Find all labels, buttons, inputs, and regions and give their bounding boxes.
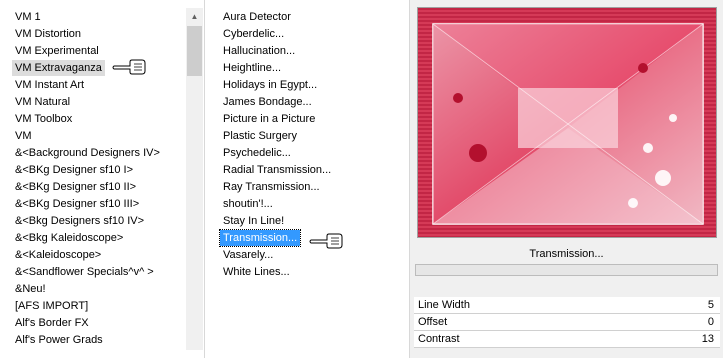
category-item[interactable]: Alf's Border FX xyxy=(12,315,92,331)
filter-effect-panel: Aura Detector Cyberdelic... Hallucination.… xyxy=(205,0,410,358)
effect-item[interactable]: White Lines... xyxy=(220,264,293,280)
category-item[interactable]: &<Kaleidoscope> xyxy=(12,247,104,263)
category-item[interactable]: &<Bkg Kaleidoscope> xyxy=(12,230,126,246)
effect-item[interactable]: Cyberdelic... xyxy=(220,26,287,42)
effect-item[interactable]: Vasarely... xyxy=(220,247,276,263)
category-item[interactable]: VM Toolbox xyxy=(12,111,75,127)
category-item[interactable]: &<Bkg Designers sf10 IV> xyxy=(12,213,147,229)
parameter-row[interactable]: Line Width 5 xyxy=(414,297,720,314)
category-item[interactable]: &<Sandflower Specials^v^ > xyxy=(12,264,157,280)
category-item[interactable]: &<BKg Designer sf10 I> xyxy=(12,162,136,178)
parameter-value[interactable]: 13 xyxy=(702,331,714,348)
effect-item[interactable]: James Bondage... xyxy=(220,94,315,110)
category-item[interactable]: VM Experimental xyxy=(12,43,102,59)
effect-item[interactable]: Plastic Surgery xyxy=(220,128,300,144)
effect-item[interactable]: Picture in a Picture xyxy=(220,111,318,127)
category-item[interactable]: &Neu! xyxy=(12,281,49,297)
effect-item[interactable]: shoutin'!... xyxy=(220,196,276,212)
effect-name-label: Transmission... xyxy=(529,248,604,260)
effect-item[interactable]: Transmission... xyxy=(218,229,302,247)
category-item[interactable]: VM Distortion xyxy=(12,26,84,42)
category-item[interactable]: VM 1 xyxy=(12,9,44,25)
parameter-row[interactable]: Offset 0 xyxy=(414,314,720,331)
filter-category-panel: VM 1 VM Distortion VM Experimental VM Extra… xyxy=(0,0,205,358)
scroll-up-arrow-icon[interactable]: ▲ xyxy=(186,8,203,25)
category-item[interactable]: &<BKg Designer sf10 III> xyxy=(12,196,142,212)
effect-item[interactable]: Heightline... xyxy=(220,60,284,76)
effect-item[interactable]: Holidays in Egypt... xyxy=(220,77,320,93)
pointing-hand-icon xyxy=(112,59,146,75)
render-progress-bar xyxy=(415,264,718,276)
category-item[interactable]: VM Natural xyxy=(12,94,73,110)
parameter-label: Contrast xyxy=(418,333,460,345)
pointing-hand-icon xyxy=(309,233,343,249)
filter-effect-list[interactable]: Aura Detector Cyberdelic... Hallucination.… xyxy=(205,0,409,358)
category-item[interactable]: VM Extravaganza xyxy=(12,60,105,76)
effect-preview-image xyxy=(417,7,717,238)
category-item[interactable]: [AFS IMPORT] xyxy=(12,298,91,314)
effect-item[interactable]: Psychedelic... xyxy=(220,145,294,161)
category-item[interactable]: &<Background Designers IV> xyxy=(12,145,163,161)
filter-category-list[interactable]: VM 1 VM Distortion VM Experimental VM Extra… xyxy=(0,0,204,358)
effect-item[interactable]: Hallucination... xyxy=(220,43,298,59)
parameter-label: Offset xyxy=(418,316,448,328)
preview-artwork xyxy=(418,8,716,237)
category-item[interactable]: VM xyxy=(12,128,35,144)
category-item[interactable]: VM Instant Art xyxy=(12,77,87,93)
category-scrollbar[interactable]: ▲ xyxy=(186,8,203,350)
category-item[interactable]: &<BKg Designer sf10 II> xyxy=(12,179,139,195)
effect-item[interactable]: Radial Transmission... xyxy=(220,162,334,178)
scroll-thumb[interactable] xyxy=(187,26,202,76)
parameter-value[interactable]: 5 xyxy=(708,297,714,314)
effect-item[interactable]: Aura Detector xyxy=(220,9,294,25)
effect-item[interactable]: Stay In Line! xyxy=(220,213,287,229)
preview-panel: Transmission... Line Width 5 Offset 0 Contra… xyxy=(410,0,723,358)
effect-item[interactable]: Ray Transmission... xyxy=(220,179,323,195)
parameter-value[interactable]: 0 xyxy=(708,314,714,331)
parameter-label: Line Width xyxy=(418,299,470,311)
category-item[interactable]: Alf's Power Grads xyxy=(12,332,106,348)
parameter-row[interactable]: Contrast 13 xyxy=(414,331,720,348)
